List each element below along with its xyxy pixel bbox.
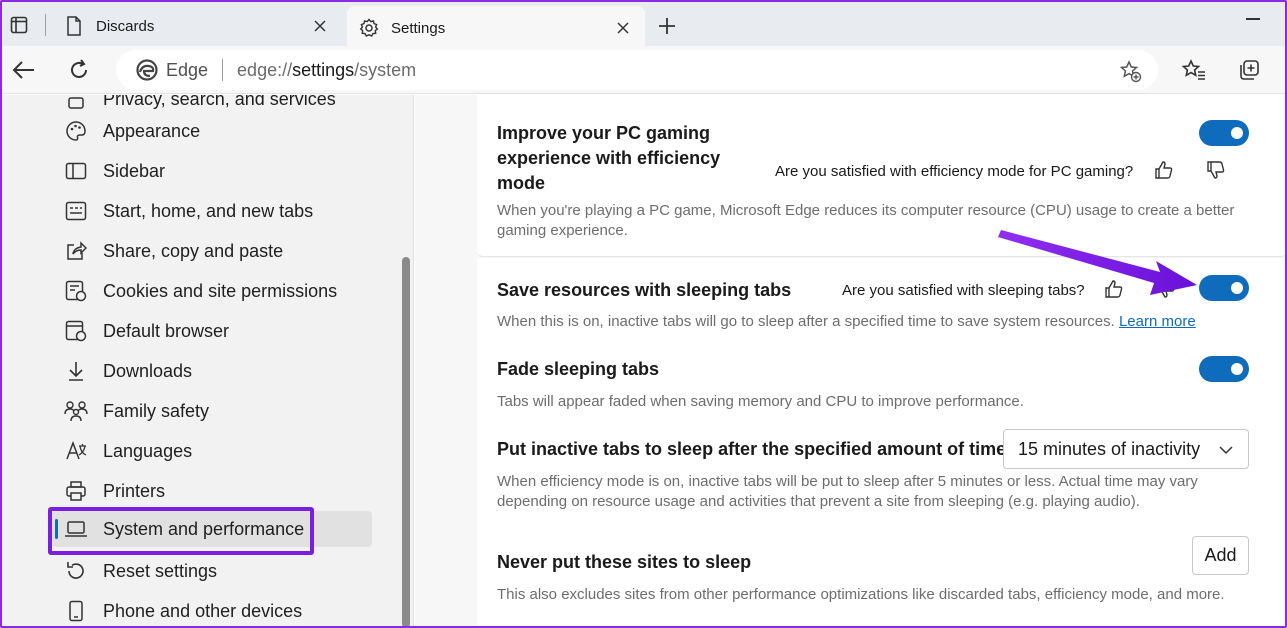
gaming-feedback-question: Are you satisfied with efficiency mode f… — [775, 163, 1134, 180]
reset-icon — [64, 559, 88, 583]
sleeping-tabs-feedback-question: Are you satisfied with sleeping tabs? — [842, 282, 1085, 299]
close-tab-icon[interactable] — [306, 12, 334, 40]
tab-settings[interactable]: Settings — [347, 6, 645, 50]
edge-logo-icon — [136, 59, 158, 81]
never-sleep-title: Never put these sites to sleep — [497, 552, 752, 572]
sidebar-item-label: Reset settings — [103, 560, 218, 581]
sidebar-item-reset[interactable]: Reset settings — [64, 553, 372, 589]
phone-icon — [64, 599, 88, 623]
gaming-setting-card: Improve your PC gaming experience with e… — [477, 95, 1287, 257]
annotation-highlight-box — [48, 507, 314, 555]
sidebar-item-languages[interactable]: Languages — [64, 433, 372, 469]
minimize-icon[interactable] — [1246, 18, 1260, 20]
gaming-title: Improve your PC gaming experience with e… — [497, 123, 721, 193]
settings-content: Improve your PC gaming experience with e… — [415, 95, 1287, 628]
sidebar-item-downloads[interactable]: Downloads — [64, 353, 372, 389]
family-icon — [64, 399, 88, 423]
back-icon[interactable] — [10, 56, 38, 84]
thumbs-down-icon[interactable] — [1205, 159, 1227, 181]
inactive-timeout-value: 15 minutes of inactivity — [1018, 438, 1201, 459]
sidebar-item-label: Default browser — [103, 320, 230, 341]
thumbs-down-icon[interactable] — [1155, 278, 1177, 300]
chevron-down-icon — [1218, 442, 1234, 458]
refresh-icon[interactable] — [65, 56, 93, 84]
inactive-timeout-select[interactable]: 15 minutes of inactivity — [1003, 429, 1249, 469]
page-icon — [64, 16, 84, 36]
url-text: edge://settings/system — [237, 59, 417, 80]
sidebar-item-label: Downloads — [103, 360, 193, 381]
sidebar-item-label: Start, home, and new tabs — [103, 200, 314, 221]
thumbs-up-icon[interactable] — [1103, 278, 1125, 300]
sidebar-item-phone-devices[interactable]: Phone and other devices — [64, 593, 372, 628]
tab-label: Settings — [391, 19, 446, 37]
sidebar-item-label: Family safety — [103, 400, 210, 421]
settings-sidebar: Privacy, search, and services Appearance… — [0, 95, 414, 628]
browser-toolbar: Edge edge://settings/system — [0, 46, 1287, 94]
tab-divider — [45, 14, 46, 36]
sidebar-item-family-safety[interactable]: Family safety — [64, 393, 372, 429]
sidebar-item-label: Sidebar — [103, 160, 166, 181]
sidebar-scrollbar[interactable] — [402, 257, 410, 628]
home-tab-icon — [64, 199, 88, 223]
tab-strip: Discards Settings — [0, 0, 1287, 50]
sidebar-item-label: Privacy, search, and services — [103, 95, 336, 109]
address-separator — [222, 59, 224, 81]
sidebar-item-share-copy[interactable]: Share, copy and paste — [64, 233, 372, 269]
fade-tabs-toggle[interactable] — [1199, 356, 1249, 382]
sidebar-item-sidebar[interactable]: Sidebar — [64, 153, 372, 189]
languages-icon — [64, 439, 88, 463]
inactive-timeout-description: When efficiency mode is on, inactive tab… — [497, 473, 1198, 510]
sidebar-item-cookies[interactable]: Cookies and site permissions — [64, 273, 372, 309]
sidebar-item-printers[interactable]: Printers — [64, 473, 372, 509]
printer-icon — [64, 479, 88, 503]
never-sleep-description: This also excludes sites from other perf… — [497, 586, 1225, 603]
sidebar-item-label: Printers — [103, 480, 166, 501]
tab-discards[interactable]: Discards — [52, 6, 342, 46]
sleeping-tabs-card: Save resources with sleeping tabs Are yo… — [477, 258, 1287, 628]
learn-more-link[interactable]: Learn more — [1119, 313, 1196, 330]
sidebar-item-label: Phone and other devices — [103, 600, 303, 621]
sidebar-item-appearance[interactable]: Appearance — [64, 113, 372, 149]
fade-tabs-title: Fade sleeping tabs — [497, 359, 660, 379]
add-favorite-icon[interactable] — [1118, 59, 1142, 83]
address-bar[interactable]: Edge edge://settings/system — [116, 50, 1158, 90]
tab-actions-icon[interactable] — [10, 16, 28, 34]
sidebar-item-default-browser[interactable]: Default browser — [64, 313, 372, 349]
cookie-permissions-icon — [64, 279, 88, 303]
palette-icon — [64, 119, 88, 143]
gear-icon — [359, 18, 379, 38]
collections-icon[interactable] — [1235, 56, 1263, 84]
close-tab-icon[interactable] — [609, 14, 637, 42]
fade-tabs-description: Tabs will appear faded when saving memor… — [497, 393, 1024, 410]
add-site-button[interactable]: Add — [1192, 536, 1249, 575]
sidebar-icon — [64, 159, 88, 183]
sidebar-item-start-home[interactable]: Start, home, and new tabs — [64, 193, 372, 229]
new-tab-icon[interactable] — [655, 14, 679, 38]
gaming-description: When you're playing a PC game, Microsoft… — [497, 202, 1235, 239]
sidebar-item-label: Appearance — [103, 120, 201, 141]
sidebar-item-label: Share, copy and paste — [103, 240, 284, 261]
sleeping-tabs-toggle[interactable] — [1199, 275, 1249, 301]
browser-icon — [64, 319, 88, 343]
tab-label: Discards — [96, 17, 155, 35]
site-identity: Edge — [166, 59, 209, 80]
sleeping-tabs-title: Save resources with sleeping tabs — [497, 280, 792, 300]
sidebar-item-label: Languages — [103, 440, 193, 461]
gaming-efficiency-toggle[interactable] — [1199, 120, 1249, 146]
favorites-icon[interactable] — [1180, 56, 1208, 84]
download-icon — [64, 359, 88, 383]
sleeping-tabs-description: When this is on, inactive tabs will go t… — [497, 313, 1196, 330]
inactive-timeout-title: Put inactive tabs to sleep after the spe… — [497, 439, 1013, 459]
thumbs-up-icon[interactable] — [1153, 159, 1175, 181]
lock-icon — [64, 95, 88, 111]
share-icon — [64, 239, 88, 263]
sidebar-item-label: Cookies and site permissions — [103, 280, 338, 301]
